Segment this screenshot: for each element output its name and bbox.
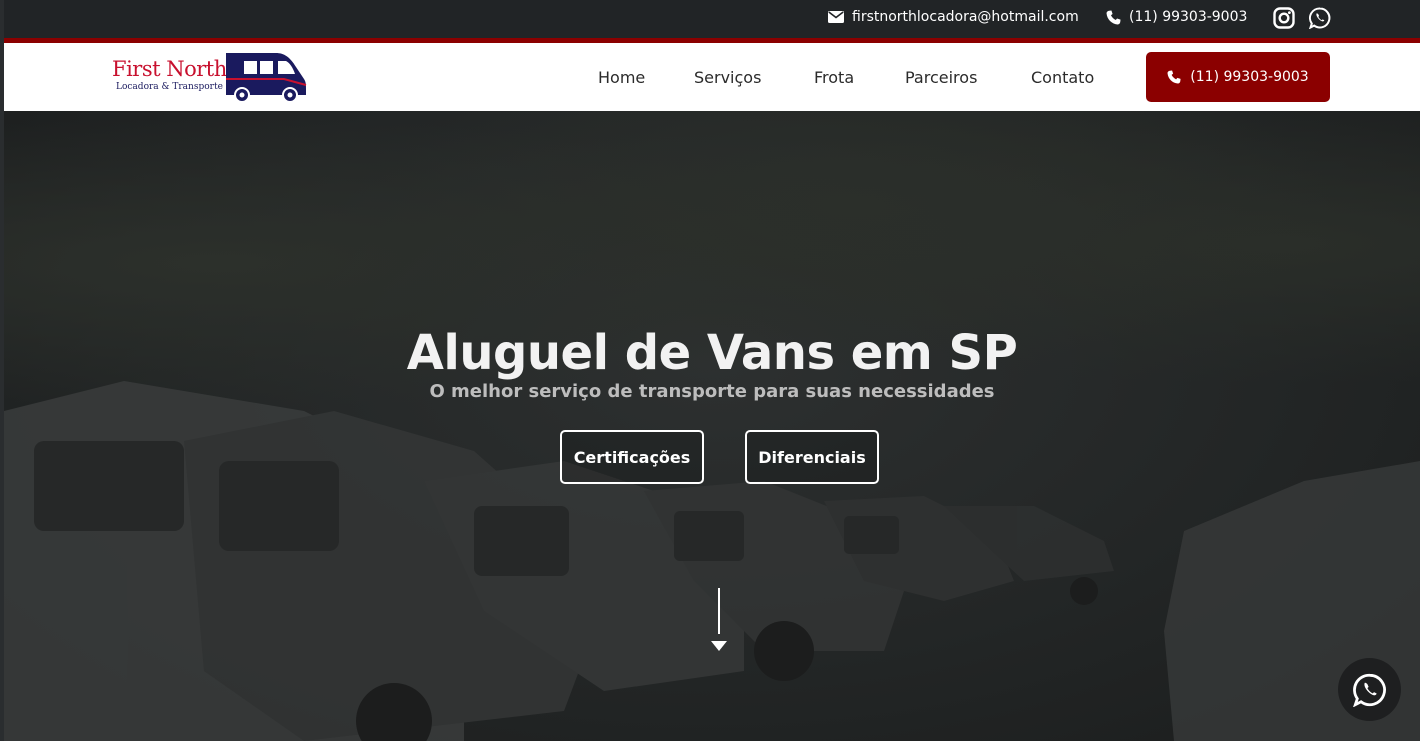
nav-home-label: Home [598, 67, 646, 87]
nav-services[interactable]: Serviços [694, 43, 761, 111]
nav-partners-label: Parceiros [905, 67, 978, 87]
phone-icon [1167, 70, 1181, 84]
hero-section: Aluguel de Vans em SP O melhor serviço d… [4, 111, 1420, 741]
instagram-link[interactable] [1272, 6, 1296, 30]
nav-fleet[interactable]: Frota [814, 43, 854, 111]
hero-subtitle: O melhor serviço de transporte para suas… [429, 381, 995, 402]
top-contact-bar: firstnorthlocadora@hotmail.com (11) 9930… [4, 0, 1420, 38]
site-header: First North Locadora & Transporte Home S… [4, 43, 1420, 111]
nav-contact-label: Contato [1031, 67, 1095, 87]
hero-title: Aluguel de Vans em SP [406, 325, 1018, 381]
whatsapp-icon [1309, 7, 1331, 29]
phone-icon [1106, 9, 1121, 24]
logo-tagline: Locadora & Transporte [116, 82, 223, 92]
whatsapp-icon [1352, 673, 1386, 707]
email-text: firstnorthlocadora@hotmail.com [852, 9, 1079, 25]
nav-contact[interactable]: Contato [1031, 43, 1094, 111]
call-button[interactable]: (11) 99303-9003 [1146, 52, 1330, 102]
nav-partners[interactable]: Parceiros [905, 43, 977, 111]
phone-link[interactable]: (11) 99303-9003 [1106, 9, 1247, 25]
call-button-label: (11) 99303-9003 [1190, 69, 1309, 85]
certifications-button-label: Certificações [573, 447, 691, 467]
nav-services-label: Serviços [694, 67, 762, 87]
logo-brand-text: First North [112, 57, 227, 81]
whatsapp-link[interactable] [1308, 6, 1332, 30]
nav-fleet-label: Frota [814, 67, 855, 87]
instagram-icon [1273, 7, 1295, 29]
differentials-button[interactable]: Diferenciais [745, 430, 879, 484]
envelope-icon [828, 11, 844, 23]
certifications-button[interactable]: Certificações [560, 430, 704, 484]
van-logo-icon [226, 53, 307, 103]
floating-whatsapp-button[interactable] [1338, 658, 1401, 721]
differentials-button-label: Diferenciais [758, 447, 866, 467]
email-link[interactable]: firstnorthlocadora@hotmail.com [828, 9, 1079, 25]
scroll-down-arrow-icon[interactable] [711, 641, 727, 651]
nav-home[interactable]: Home [598, 43, 645, 111]
site-logo[interactable]: First North Locadora & Transporte [112, 49, 312, 107]
scroll-indicator-line[interactable] [718, 588, 720, 634]
phone-text: (11) 99303-9003 [1129, 9, 1248, 25]
